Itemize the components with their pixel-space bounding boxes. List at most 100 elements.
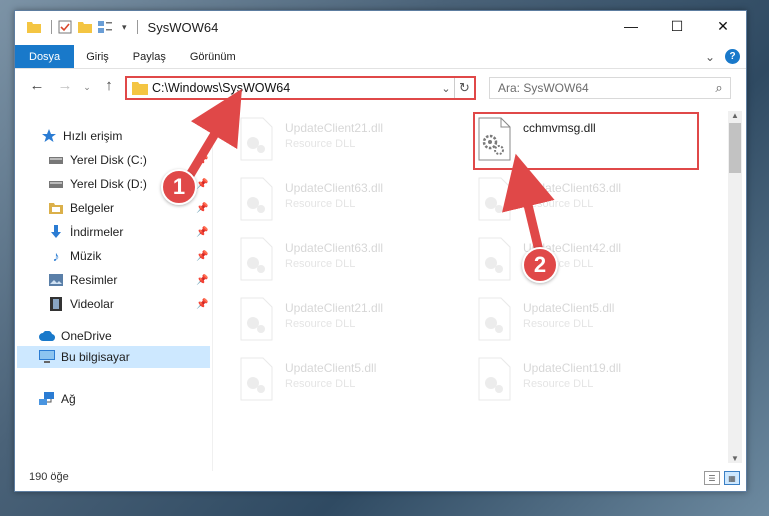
view-options-icon[interactable] [98, 20, 116, 34]
help-icon[interactable]: ? [725, 49, 740, 64]
nav-item-label: Müzik [70, 249, 102, 263]
refresh-icon[interactable]: ↻ [454, 78, 474, 98]
nav-item-music[interactable]: ♪ Müzik [48, 245, 102, 267]
search-icon[interactable]: ⌕ [708, 80, 730, 96]
nav-item-label: Resimler [70, 273, 118, 287]
view-toggle: ☰ ▦ [704, 471, 740, 485]
file-info: UpdateClient21.dll Resource DLL [285, 115, 383, 150]
nav-item-label: OneDrive [61, 329, 112, 343]
file-info: UpdateClient5.dll Resource DLL [523, 295, 614, 330]
file-info: UpdateClient63.dll Resource DLL [285, 175, 383, 210]
file-type: Resource DLL [285, 198, 356, 210]
file-name: UpdateClient5.dll [523, 301, 615, 315]
nav-item-quick-access[interactable]: Hızlı erişim [41, 125, 122, 147]
maximize-button[interactable]: ☐ [654, 11, 700, 41]
scrollbar-thumb[interactable] [729, 123, 741, 173]
file-item[interactable]: UpdateClient21.dll Resource DLL [239, 295, 469, 347]
expand-ribbon-chevron-icon[interactable]: ⌄ [705, 50, 715, 64]
scroll-down-arrow-icon[interactable]: ▼ [728, 454, 742, 463]
file-info: UpdateClient5.dll Resource DLL [285, 355, 376, 390]
pane-divider [212, 111, 213, 471]
new-folder-icon[interactable] [78, 21, 92, 33]
pin-icon[interactable]: 📌 [196, 299, 208, 310]
scroll-up-arrow-icon[interactable]: ▲ [728, 111, 742, 120]
file-type: Resource DLL [285, 258, 356, 270]
computer-icon [39, 349, 55, 365]
file-item[interactable]: UpdateClient42.dll Resource DLL [477, 235, 707, 287]
documents-icon [48, 200, 64, 216]
file-name: UpdateClient5.dll [285, 361, 377, 375]
tab-giris[interactable]: Giriş [74, 45, 121, 68]
download-icon [48, 224, 64, 240]
network-icon [39, 391, 55, 407]
file-type: Resource DLL [523, 198, 594, 210]
address-dropdown-chevron-icon[interactable]: ⌄ [438, 82, 454, 95]
nav-item-label: Belgeler [70, 201, 115, 215]
window-controls: — ☐ ✕ [608, 11, 746, 41]
back-arrow-icon[interactable]: ← [27, 77, 47, 94]
up-arrow-icon[interactable]: ↑ [99, 77, 119, 94]
file-name: UpdateClient21.dll [285, 121, 384, 135]
file-name: UpdateClient19.dll [523, 361, 622, 375]
nav-item-label: Yerel Disk (C:) [70, 153, 147, 167]
dll-file-icon [240, 357, 273, 401]
nav-item-label: Hızlı erişim [63, 129, 123, 143]
tab-gorunum[interactable]: Görünüm [178, 45, 248, 68]
explorer-window: ▾ SysWOW64 — ☐ ✕ Dosya Giriş Paylaş Görü… [14, 10, 747, 492]
file-item[interactable]: UpdateClient63.dll Resource DLL [477, 175, 707, 227]
file-item[interactable]: UpdateClient21.dll Resource DLL [239, 115, 469, 167]
file-item[interactable]: UpdateClient63.dll Resource DLL [239, 175, 469, 227]
pin-icon[interactable]: 📌 [196, 179, 208, 190]
file-item[interactable]: UpdateClient63.dll Resource DLL [239, 235, 469, 287]
nav-item-pictures[interactable]: Resimler [48, 269, 117, 291]
nav-item-label: Ağ [61, 392, 76, 406]
dll-file-icon [478, 357, 511, 401]
pin-icon[interactable]: 📌 [196, 227, 208, 238]
ribbon-tabs: Dosya Giriş Paylaş Görünüm ⌄ ? [15, 45, 746, 69]
search-input[interactable]: Ara: SysWOW64 ⌕ [489, 77, 731, 99]
nav-item-label: Yerel Disk (D:) [70, 177, 147, 191]
nav-item-local-disk-c[interactable]: Yerel Disk (C:) [48, 149, 147, 171]
tiles-view-icon[interactable]: ▦ [724, 471, 740, 485]
details-view-icon[interactable]: ☰ [704, 471, 720, 485]
nav-item-this-pc[interactable]: Bu bilgisayar [39, 346, 130, 368]
customize-toolbar-chevron-icon[interactable]: ▾ [122, 22, 127, 33]
properties-icon[interactable] [58, 20, 72, 34]
file-type: Resource DLL [523, 378, 594, 390]
recent-locations-chevron-icon[interactable]: ⌄ [77, 82, 97, 93]
forward-arrow-icon[interactable]: → [55, 77, 75, 94]
file-highlight-box [473, 112, 699, 170]
quick-access-toolbar: ▾ [27, 20, 138, 34]
tab-dosya[interactable]: Dosya [15, 45, 75, 68]
close-button[interactable]: ✕ [700, 11, 746, 41]
minimize-button[interactable]: — [608, 11, 654, 41]
pin-icon[interactable]: 📌 [196, 251, 208, 262]
folder-icon [27, 22, 41, 33]
file-item[interactable]: UpdateClient5.dll Resource DLL [239, 355, 469, 407]
address-path[interactable]: C:\Windows\SysWOW64 [152, 81, 290, 95]
ribbon-right-controls: ⌄ ? [705, 45, 746, 68]
nav-item-videos[interactable]: Videolar [48, 293, 114, 315]
nav-item-local-disk-d[interactable]: Yerel Disk (D:) [48, 173, 147, 195]
vertical-scrollbar[interactable]: ▲ ▼ [728, 111, 742, 463]
file-item[interactable]: UpdateClient5.dll Resource DLL [477, 295, 707, 347]
step-1-badge: 1 [161, 169, 197, 205]
nav-item-documents[interactable]: Belgeler [48, 197, 114, 219]
star-icon [41, 128, 57, 144]
file-item[interactable]: UpdateClient19.dll Resource DLL [477, 355, 707, 407]
nav-item-network[interactable]: Ağ [39, 388, 76, 410]
pin-icon[interactable]: 📌 [196, 275, 208, 286]
address-bar[interactable]: C:\Windows\SysWOW64 ⌄ ↻ [125, 76, 476, 100]
file-name: UpdateClient21.dll [285, 301, 384, 315]
file-name: UpdateClient63.dll [523, 181, 622, 195]
pin-icon[interactable]: 📌 [196, 203, 208, 214]
nav-item-downloads[interactable]: İndirmeler [48, 221, 123, 243]
tab-paylas[interactable]: Paylaş [121, 45, 178, 68]
file-type: Resource DLL [285, 138, 356, 150]
window-title: SysWOW64 [147, 19, 219, 35]
dll-file-icon [240, 237, 273, 281]
nav-item-onedrive[interactable]: OneDrive [39, 325, 112, 347]
dll-file-icon [240, 297, 273, 341]
file-name: UpdateClient63.dll [285, 181, 384, 195]
pin-icon[interactable]: 📌 [196, 155, 208, 166]
